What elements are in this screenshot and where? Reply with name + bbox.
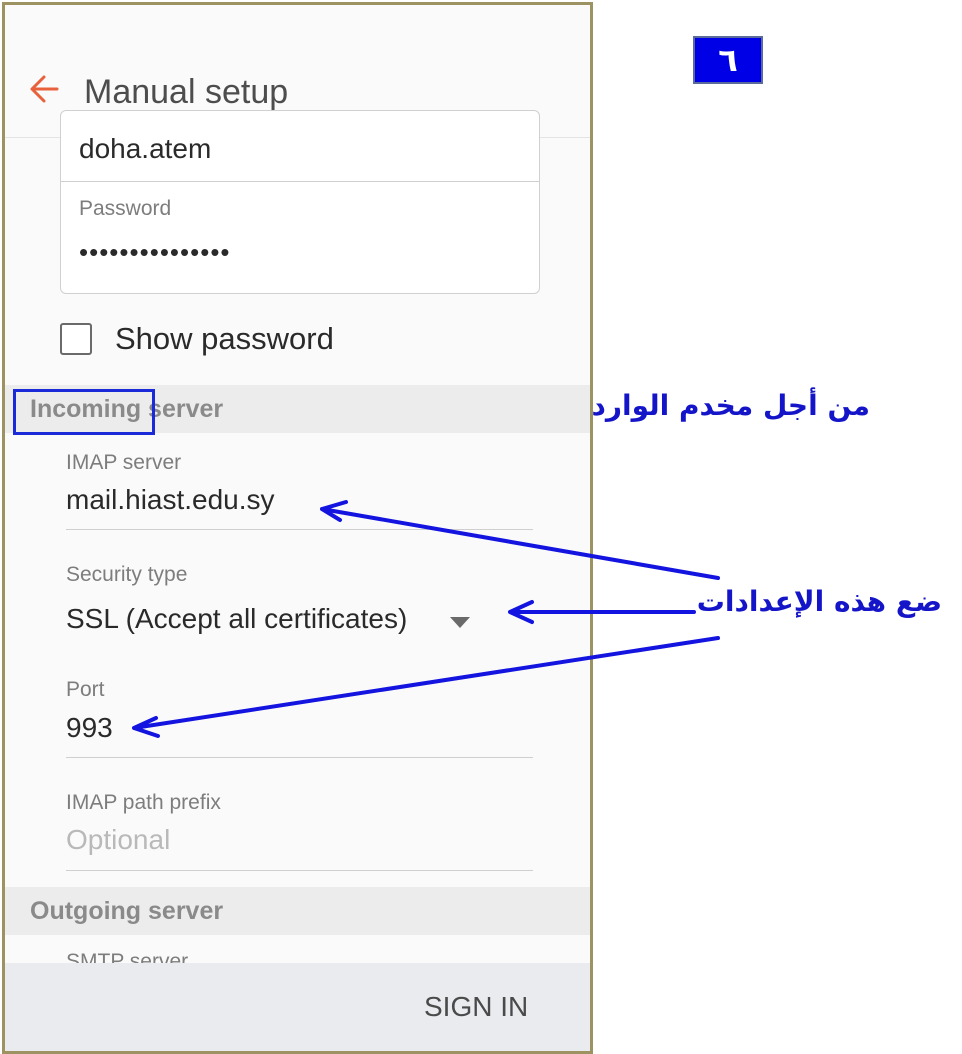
- imap-prefix-label: IMAP path prefix: [66, 791, 221, 814]
- outgoing-server-title: Outgoing server: [30, 897, 224, 925]
- settings-note: ضع هذه الإعدادات: [696, 585, 942, 618]
- port-input[interactable]: 993: [66, 712, 113, 744]
- card-divider: [61, 181, 539, 182]
- dropdown-arrow-icon[interactable]: [450, 617, 470, 628]
- phone-screen: Manual setup doha.atem Password ••••••••…: [2, 2, 593, 1054]
- back-arrow-icon[interactable]: [27, 69, 67, 109]
- page-title: Manual setup: [84, 73, 289, 111]
- imap-server-underline: [66, 529, 533, 530]
- incoming-note: من أجل مخدم الوارد: [591, 389, 870, 422]
- show-password-label[interactable]: Show password: [115, 321, 334, 357]
- security-type-label: Security type: [66, 563, 188, 586]
- incoming-server-highlight-box: [13, 389, 155, 435]
- outgoing-server-header: Outgoing server: [5, 887, 590, 935]
- imap-prefix-underline: [66, 870, 533, 871]
- port-label: Port: [66, 678, 105, 701]
- security-type-select[interactable]: SSL (Accept all certificates): [66, 603, 407, 635]
- port-underline: [66, 757, 533, 758]
- imap-server-input[interactable]: mail.hiast.edu.sy: [66, 484, 275, 516]
- sign-in-button[interactable]: SIGN IN: [424, 991, 528, 1023]
- step-number-badge: ٦: [693, 36, 763, 84]
- password-label: Password: [79, 197, 172, 220]
- imap-server-label: IMAP server: [66, 451, 182, 474]
- password-field[interactable]: •••••••••••••••: [79, 237, 231, 268]
- show-password-checkbox[interactable]: [60, 323, 92, 355]
- username-field[interactable]: doha.atem: [79, 133, 211, 165]
- imap-prefix-input[interactable]: Optional: [66, 824, 170, 856]
